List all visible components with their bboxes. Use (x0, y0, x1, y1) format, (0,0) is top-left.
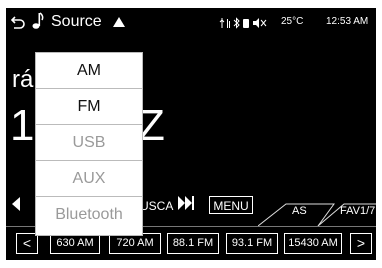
station-name: rá (12, 66, 34, 93)
preset-button[interactable]: 630 AM (50, 233, 100, 254)
clock: 12:53 AM (326, 16, 369, 27)
preset-button[interactable]: 88.1 FM (167, 233, 219, 254)
back-icon[interactable] (10, 14, 26, 30)
source-button[interactable]: Source (51, 12, 102, 32)
source-dropdown: AM FM USB AUX Bluetooth (35, 52, 143, 236)
source-option-bluetooth: Bluetooth (55, 206, 123, 223)
tab-favorites[interactable]: FAV1/7 (340, 205, 375, 217)
preset-button[interactable]: 720 AM (109, 233, 161, 254)
seek-back-icon[interactable] (12, 197, 20, 211)
frequency-left: 1 (10, 101, 37, 150)
preset-button[interactable]: 15430 AM (284, 233, 342, 254)
radio-screen: Source 25°C 12:53 AM rá 1 Z BUSCA MENU A… (6, 8, 376, 260)
bluetooth-icon (233, 17, 240, 29)
signal-icon (227, 19, 230, 28)
mute-icon (253, 18, 267, 28)
source-option-aux: AUX (36, 161, 142, 197)
source-option-usb: USB (36, 125, 142, 161)
seek-forward-icon[interactable] (178, 196, 194, 210)
preset-next-button[interactable]: > (350, 233, 372, 254)
status-icons (219, 17, 267, 29)
source-option-am[interactable]: AM (36, 53, 142, 89)
preset-button[interactable]: 93.1 FM (226, 233, 278, 254)
source-caret-icon[interactable] (113, 17, 125, 27)
temperature: 25°C (281, 16, 304, 27)
usb-icon (219, 18, 225, 28)
phone-icon (243, 19, 249, 28)
tab-as[interactable]: AS (292, 205, 307, 217)
source-option-fm[interactable]: FM (36, 89, 142, 125)
music-note-icon (32, 12, 44, 29)
menu-button[interactable]: MENU (209, 196, 253, 214)
preset-prev-button[interactable]: < (16, 233, 38, 254)
